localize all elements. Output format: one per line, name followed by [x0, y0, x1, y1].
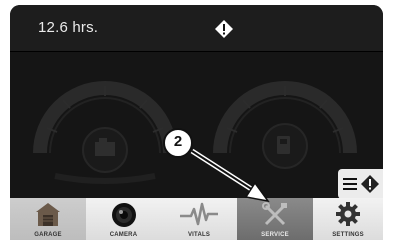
callout-number: 2 — [173, 133, 183, 150]
screen: 12.6 hrs. GARAGE CAMERA VITALS SERVICE S… — [0, 0, 393, 240]
callout-overlay — [163, 128, 270, 203]
callout-arrow — [190, 148, 270, 203]
